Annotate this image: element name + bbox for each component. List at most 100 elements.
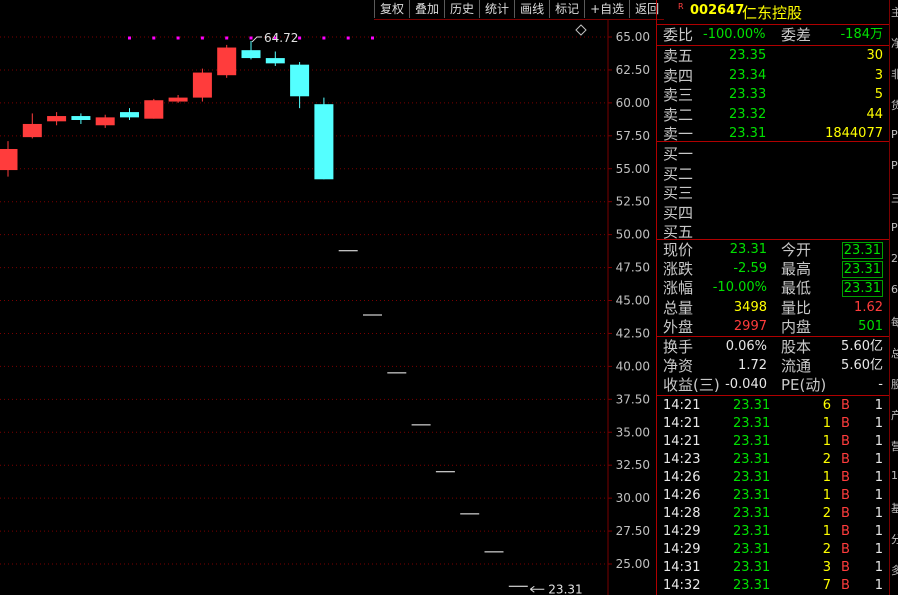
candle[interactable] [265, 51, 285, 66]
candle[interactable] [314, 97, 334, 180]
tick-count: 1 [874, 470, 883, 485]
y-tick-label: 25.00 [616, 557, 650, 571]
side-strip-char: 股 [891, 376, 898, 392]
tick-time: 14:26 [663, 488, 701, 503]
tick-row[interactable]: 14:23 23.31 2 B 1 [657, 451, 889, 469]
tick-price: 23.31 [733, 578, 771, 593]
candle[interactable] [217, 44, 237, 78]
quote-row: 涨跌 -2.59 最高 23.31 [657, 260, 889, 279]
kline-chart[interactable]: 65.00 62.50 60.00 57.50 55.00 52.50 50.00 47.50… [0, 0, 655, 595]
tick-direction: B [841, 470, 850, 485]
quote-label: 涨幅 [663, 279, 694, 298]
tick-row[interactable]: 14:26 23.31 1 B 1 [657, 487, 889, 505]
stats-row: 换手 0.06% 股本 5.60亿 [657, 338, 889, 356]
y-tick-label: 47.50 [616, 261, 650, 275]
signal-marker [249, 36, 253, 40]
candle[interactable] [192, 68, 212, 102]
toolbar-button-1[interactable]: 叠加 [409, 0, 444, 18]
kline-chart-area[interactable]: 65.00 62.50 60.00 57.50 55.00 52.50 50.00 47.50… [0, 0, 655, 595]
candle[interactable] [120, 108, 139, 121]
tick-row[interactable]: 14:29 23.31 1 B 1 [657, 523, 889, 541]
tick-time: 14:29 [663, 524, 701, 539]
candle[interactable] [71, 113, 91, 124]
candle[interactable] [47, 112, 67, 126]
stats-label: 股本 [781, 338, 812, 356]
stats-value: 5.60亿 [841, 358, 883, 374]
order-diff-value: -184万 [840, 27, 883, 42]
level-label: 买四 [663, 203, 694, 222]
tick-direction: B [841, 542, 850, 557]
tick-count: 1 [874, 560, 883, 575]
tick-row[interactable]: 14:29 23.31 2 B 1 [657, 541, 889, 559]
tick-direction: B [841, 506, 850, 521]
tick-row[interactable]: 14:26 23.31 1 B 1 [657, 469, 889, 487]
level-label: 卖四 [663, 66, 694, 85]
candle[interactable] [0, 141, 18, 177]
side-strip-char: 每 [891, 314, 898, 330]
side-info-strip: 主净非货 P P 三 P 2 6 每总股产营 1 基分多 [889, 0, 898, 595]
ask-row[interactable]: 卖四 23.34 3 [657, 67, 889, 85]
stock-name[interactable]: 仁东控股 [742, 2, 802, 23]
order-diff-label: 委差 [781, 26, 812, 44]
quote-label: 量比 [781, 298, 812, 317]
tick-time: 14:26 [663, 470, 701, 485]
y-tick-label: 45.00 [616, 294, 650, 308]
side-strip-char: 基 [891, 500, 898, 516]
stats-value: 5.60亿 [841, 339, 883, 354]
toolbar-button-0[interactable]: 复权 [374, 0, 409, 18]
tick-row[interactable]: 14:28 23.31 2 B 1 [657, 505, 889, 523]
tick-count: 1 [874, 416, 883, 431]
tick-row[interactable]: 14:21 23.31 6 B 1 [657, 397, 889, 415]
toolbar-button-3[interactable]: 统计 [479, 0, 514, 18]
candle[interactable] [22, 113, 42, 139]
tick-row[interactable]: 14:21 23.31 1 B 1 [657, 433, 889, 451]
quote-value: 2997 [733, 318, 767, 334]
candle[interactable] [290, 62, 310, 109]
bid-row[interactable]: 买二 [657, 165, 889, 183]
toolbar-button-2[interactable]: 历史 [444, 0, 479, 18]
quote-row: 现价 23.31 今开 23.31 [657, 241, 889, 259]
quote-label: 最高 [781, 260, 812, 279]
side-strip-char: P [891, 221, 898, 234]
tick-count: 1 [874, 578, 883, 593]
bid-row[interactable]: 买三 [657, 184, 889, 202]
y-tick-label: 65.00 [616, 30, 650, 44]
y-tick-label: 62.50 [616, 63, 650, 77]
last-price-label: 23.31 [548, 582, 582, 595]
level-label: 卖三 [663, 86, 694, 104]
toolbar-button-5[interactable]: 标记 [549, 0, 584, 18]
tick-row[interactable]: 14:31 23.31 3 B 1 [657, 559, 889, 577]
quote-value: 23.31 [841, 280, 883, 298]
candle[interactable] [168, 94, 188, 103]
tick-time: 14:31 [663, 560, 701, 575]
ask-row[interactable]: 卖五 23.35 30 [657, 47, 889, 65]
tick-direction: B [841, 578, 850, 593]
tick-volume: 3 [822, 560, 831, 575]
ask-row[interactable]: 卖二 23.32 44 [657, 106, 889, 124]
toolbar-button-6[interactable]: +自选 [584, 0, 629, 18]
stock-code[interactable]: 002647 [690, 3, 744, 18]
toolbar-button-4[interactable]: 画线 [514, 0, 549, 18]
chart-toolbar: 复权 叠加 历史 统计 画线 标记 +自选 返回 [374, 0, 665, 20]
tick-volume: 1 [822, 488, 831, 503]
candle[interactable] [144, 98, 164, 119]
bid-row[interactable]: 买四 [657, 204, 889, 222]
level-label: 买一 [663, 145, 694, 163]
divider [657, 239, 889, 240]
quote-value: 23.31 [841, 242, 883, 259]
stats-value: 1.72 [738, 358, 767, 374]
tick-row[interactable]: 14:21 23.31 1 B 1 [657, 415, 889, 433]
candle[interactable] [241, 40, 261, 60]
bid-row[interactable]: 买一 [657, 145, 889, 163]
ask-row[interactable]: 卖三 23.33 5 [657, 86, 889, 104]
side-strip-char: 多 [891, 562, 898, 578]
tick-volume: 1 [822, 470, 831, 485]
tick-price: 23.31 [733, 416, 771, 431]
tick-price: 23.31 [733, 542, 771, 557]
diamond-icon[interactable] [575, 24, 587, 36]
tick-volume: 6 [822, 398, 831, 413]
tick-row[interactable]: 14:32 23.31 7 B 1 [657, 577, 889, 595]
high-price-label: 64.72 [264, 31, 298, 45]
tick-count: 1 [874, 434, 883, 449]
candle[interactable] [95, 114, 115, 128]
